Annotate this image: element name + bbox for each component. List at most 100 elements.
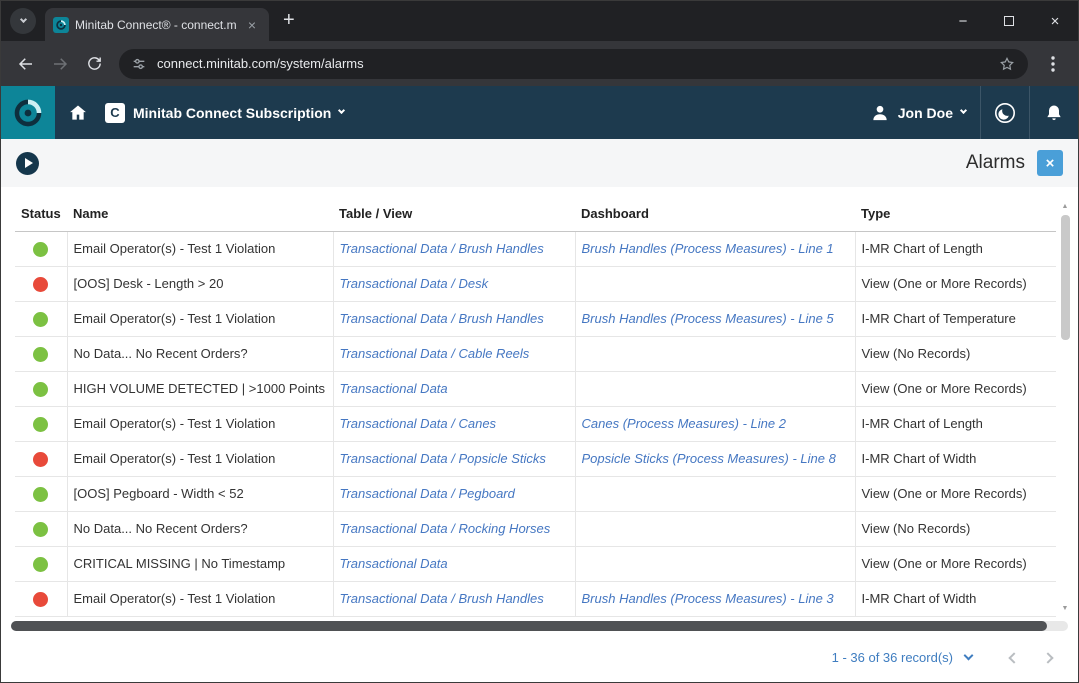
scroll-down-icon[interactable]: ▼ [1062,605,1069,613]
type-cell: View (One or More Records) [855,371,1056,406]
dashboard-link[interactable]: Canes (Process Measures) - Line 2 [582,416,786,431]
alarm-row[interactable]: CRITICAL MISSING | No Timestamp Transact… [15,546,1056,581]
user-menu[interactable]: Jon Doe [856,86,980,139]
table-view-link[interactable]: Transactional Data [340,556,448,571]
record-count-label: 1 - 36 of 36 record(s) [832,650,953,665]
notifications-button[interactable] [1029,86,1078,139]
table-view-link[interactable]: Transactional Data / Canes [340,416,497,431]
table-view-cell: Transactional Data / Cable Reels [333,336,575,371]
dashboard-cell: Brush Handles (Process Measures) - Line … [575,231,855,266]
tab-close-icon[interactable]: × [243,16,261,34]
table-view-link[interactable]: Transactional Data / Rocking Horses [340,521,551,536]
alarm-row[interactable]: Email Operator(s) - Test 1 Violation Tra… [15,231,1056,266]
alarms-table-area: Status Name Table / View Dashboard Type … [1,187,1078,619]
status-dot [33,382,48,397]
browser-tab[interactable]: Minitab Connect® - connect.mi... × [45,8,269,41]
alarm-row[interactable]: No Data... No Recent Orders? Transaction… [15,511,1056,546]
minimize-button[interactable]: − [940,1,986,41]
table-view-link[interactable]: Transactional Data / Popsicle Sticks [340,451,546,466]
maximize-icon [1004,16,1014,26]
dashboard-cell: Canes (Process Measures) - Line 2 [575,406,855,441]
tab-search-button[interactable] [10,8,36,34]
bookmark-star-icon[interactable] [998,55,1016,73]
subscription-selector[interactable]: C Minitab Connect Subscription [105,103,344,123]
refresh-button[interactable] [79,49,109,79]
alarm-row[interactable]: No Data... No Recent Orders? Transaction… [15,336,1056,371]
home-button[interactable] [55,103,101,123]
column-header-dashboard[interactable]: Dashboard [575,187,855,231]
alarm-row[interactable]: Email Operator(s) - Test 1 Violation Tra… [15,406,1056,441]
column-header-name[interactable]: Name [67,187,333,231]
address-bar[interactable]: connect.minitab.com/system/alarms [119,49,1028,79]
status-dot [33,312,48,327]
column-header-status[interactable]: Status [15,187,67,231]
subscription-label: Minitab Connect Subscription [133,105,331,121]
dashboard-link[interactable]: Popsicle Sticks (Process Measures) - Lin… [582,451,836,466]
table-view-cell: Transactional Data / Rocking Horses [333,511,575,546]
dark-mode-button[interactable] [980,86,1029,139]
previous-page-button[interactable] [1002,646,1026,670]
status-dot [33,487,48,502]
alarm-row[interactable]: Email Operator(s) - Test 1 Violation Tra… [15,441,1056,476]
back-button[interactable] [11,49,41,79]
site-info-icon[interactable] [131,56,147,72]
scroll-up-icon[interactable]: ▲ [1062,203,1069,211]
column-header-table-view[interactable]: Table / View [333,187,575,231]
user-name: Jon Doe [898,105,953,121]
browser-menu-button[interactable] [1038,49,1068,79]
type-cell: I-MR Chart of Width [855,441,1056,476]
expand-panel-button[interactable] [16,152,39,175]
table-view-link[interactable]: Transactional Data / Pegboard [340,486,515,501]
forward-button[interactable] [45,49,75,79]
minitab-connect-logo[interactable] [1,86,55,139]
table-view-link[interactable]: Transactional Data / Desk [340,276,489,291]
table-view-cell: Transactional Data / Desk [333,266,575,301]
dashboard-cell [575,476,855,511]
dashboard-cell [575,371,855,406]
table-view-cell: Transactional Data / Canes [333,406,575,441]
alarm-name-cell: [OOS] Pegboard - Width < 52 [67,476,333,511]
alarm-row[interactable]: HIGH VOLUME DETECTED | >1000 Points Tran… [15,371,1056,406]
alarm-row[interactable]: Email Operator(s) - Test 1 Violation Tra… [15,581,1056,616]
alarm-name-cell: CRITICAL MISSING | No Timestamp [67,546,333,581]
type-cell: View (One or More Records) [855,266,1056,301]
status-cell [15,441,67,476]
records-dropdown-button[interactable] [965,656,972,659]
home-icon [68,103,88,123]
horizontal-scrollbar[interactable] [1,619,1078,633]
next-page-button[interactable] [1036,646,1060,670]
column-header-type[interactable]: Type [855,187,1056,231]
status-cell [15,581,67,616]
app-header: C Minitab Connect Subscription Jon Doe [1,86,1078,139]
dashboard-cell: Brush Handles (Process Measures) - Line … [575,581,855,616]
chevron-down-icon [338,107,345,114]
dashboard-link[interactable]: Brush Handles (Process Measures) - Line … [582,311,834,326]
dashboard-link[interactable]: Brush Handles (Process Measures) - Line … [582,241,834,256]
new-tab-button[interactable]: + [283,9,295,32]
alarms-table: Status Name Table / View Dashboard Type … [15,187,1056,617]
table-view-link[interactable]: Transactional Data / Brush Handles [340,311,544,326]
alarm-row[interactable]: Email Operator(s) - Test 1 Violation Tra… [15,301,1056,336]
table-view-link[interactable]: Transactional Data / Brush Handles [340,241,544,256]
browser-titlebar: Minitab Connect® - connect.mi... × + − × [1,1,1078,41]
vertical-scrollbar-thumb[interactable] [1061,215,1070,340]
horizontal-scrollbar-thumb[interactable] [11,621,1047,631]
table-view-link[interactable]: Transactional Data [340,381,448,396]
table-view-link[interactable]: Transactional Data / Cable Reels [340,346,530,361]
alarm-row[interactable]: [OOS] Pegboard - Width < 52 Transactiona… [15,476,1056,511]
dashboard-link[interactable]: Brush Handles (Process Measures) - Line … [582,591,834,606]
type-cell: View (No Records) [855,336,1056,371]
dashboard-cell [575,511,855,546]
table-view-link[interactable]: Transactional Data / Brush Handles [340,591,544,606]
vertical-scrollbar[interactable]: ▲ ▼ [1059,203,1071,613]
close-alarms-button[interactable]: × [1037,150,1063,176]
alarm-row[interactable]: [OOS] Desk - Length > 20 Transactional D… [15,266,1056,301]
pagination-footer: 1 - 36 of 36 record(s) [1,633,1078,682]
maximize-button[interactable] [986,1,1032,41]
close-window-button[interactable]: × [1032,1,1078,41]
browser-navbar: connect.minitab.com/system/alarms [1,41,1078,86]
url-text[interactable]: connect.minitab.com/system/alarms [157,56,998,71]
status-cell [15,266,67,301]
alarm-name-cell: Email Operator(s) - Test 1 Violation [67,231,333,266]
horizontal-scrollbar-track[interactable] [11,621,1068,631]
